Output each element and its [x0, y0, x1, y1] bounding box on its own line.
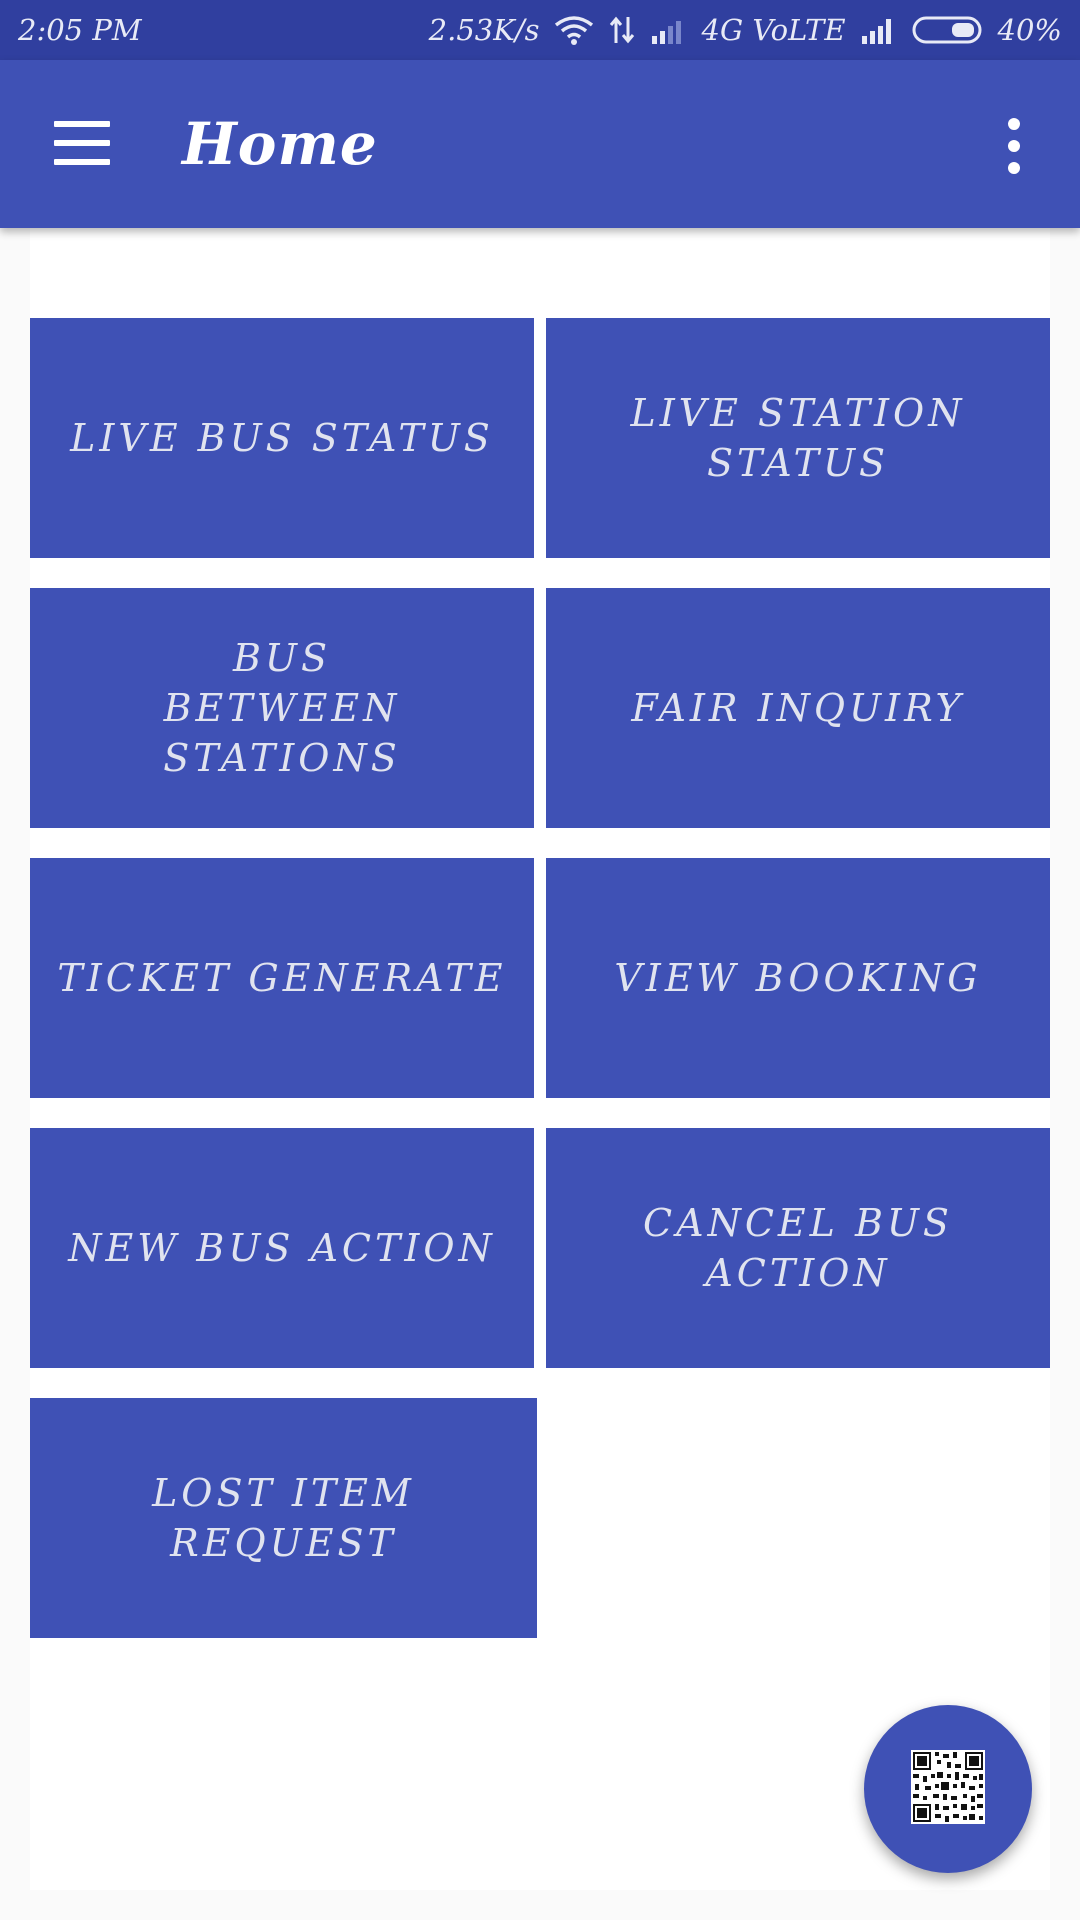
status-time: 2:05 PM [18, 13, 142, 47]
signal-icon [650, 16, 688, 44]
tile-label: FAIR INQUIRY [631, 686, 965, 730]
tile-label: LIVE STATION STATUS [630, 391, 966, 485]
tile-live-bus-status[interactable]: LIVE BUS STATUS [30, 318, 534, 558]
tile-label: LIVE BUS STATUS [70, 416, 494, 460]
tile-lost-item-request[interactable]: LOST ITEM REQUEST [30, 1398, 537, 1638]
page-title: Home [182, 110, 378, 178]
qr-scan-button[interactable] [864, 1705, 1032, 1873]
tile-label: VIEW BOOKING [614, 956, 982, 1000]
battery-level: 40% [997, 13, 1062, 47]
network-type: 4G VoLTE [701, 13, 846, 47]
wifi-icon [554, 15, 594, 45]
tile-bus-between-stations[interactable]: BUS BETWEEN STATIONS [30, 588, 534, 828]
qr-code-icon [911, 1750, 985, 1828]
hamburger-menu-icon[interactable] [48, 115, 116, 171]
battery-icon [912, 15, 984, 45]
more-vertical-icon[interactable] [998, 118, 1030, 174]
tile-label: CANCEL BUS ACTION [643, 1201, 953, 1295]
tile-label: TICKET GENERATE [57, 956, 507, 1000]
signal-icon [860, 16, 898, 44]
tile-live-station-status[interactable]: LIVE STATION STATUS [546, 318, 1050, 558]
status-bar: 2:05 PM 2.53K/s 4G VoLTE 40% [0, 0, 1080, 60]
data-transfer-icon [608, 15, 636, 45]
tile-label: NEW BUS ACTION [68, 1226, 496, 1270]
tile-cancel-bus-action[interactable]: CANCEL BUS ACTION [546, 1128, 1050, 1368]
app-bar: Home [0, 60, 1080, 228]
tile-label: BUS BETWEEN STATIONS [163, 636, 401, 780]
home-menu-grid: LIVE BUS STATUS LIVE STATION STATUS BUS … [30, 228, 1050, 1890]
status-indicators: 2.53K/s 4G VoLTE 40% [429, 13, 1062, 47]
tile-ticket-generate[interactable]: TICKET GENERATE [30, 858, 534, 1098]
net-speed: 2.53K/s [428, 13, 540, 47]
tile-label: LOST ITEM REQUEST [152, 1471, 415, 1565]
tile-fair-inquiry[interactable]: FAIR INQUIRY [546, 588, 1050, 828]
tile-view-booking[interactable]: VIEW BOOKING [546, 858, 1050, 1098]
tile-new-bus-action[interactable]: NEW BUS ACTION [30, 1128, 534, 1368]
